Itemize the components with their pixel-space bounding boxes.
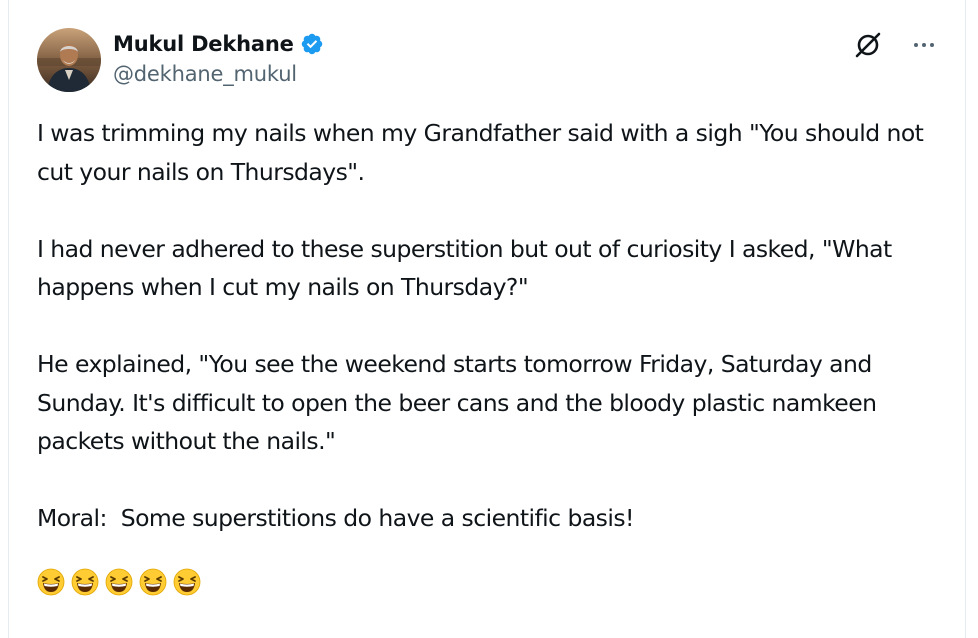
grok-icon[interactable] <box>853 30 883 60</box>
grinning-squinting-face-icon <box>105 568 133 596</box>
grinning-squinting-face-icon <box>173 568 201 596</box>
display-name[interactable]: Mukul Dekhane <box>113 32 294 56</box>
tweet-card: Mukul Dekhane @dekhane_mukul I was trimm… <box>8 0 966 638</box>
author-handle[interactable]: @dekhane_mukul <box>113 62 324 86</box>
verified-badge-icon[interactable] <box>300 32 324 56</box>
grinning-squinting-face-icon <box>71 568 99 596</box>
tweet-paragraph-3: He explained, "You see the weekend start… <box>37 350 884 455</box>
profile-photo-icon <box>37 28 101 92</box>
emoji-row <box>37 568 937 596</box>
grinning-squinting-face-icon <box>37 568 65 596</box>
tweet-paragraph-4: Moral: Some superstitions do have a scie… <box>37 504 634 532</box>
tweet-header: Mukul Dekhane @dekhane_mukul <box>37 28 941 92</box>
tweet-paragraph-1: I was trimming my nails when my Grandfat… <box>37 119 931 186</box>
name-row: Mukul Dekhane <box>113 30 324 58</box>
author-block: Mukul Dekhane @dekhane_mukul <box>113 30 324 86</box>
tweet-text: I was trimming my nails when my Grandfat… <box>37 114 937 596</box>
avatar[interactable] <box>37 28 101 92</box>
more-options-icon[interactable] <box>907 30 941 60</box>
grinning-squinting-face-icon <box>139 568 167 596</box>
tweet-paragraph-2: I had never adhered to these superstitio… <box>37 234 899 302</box>
